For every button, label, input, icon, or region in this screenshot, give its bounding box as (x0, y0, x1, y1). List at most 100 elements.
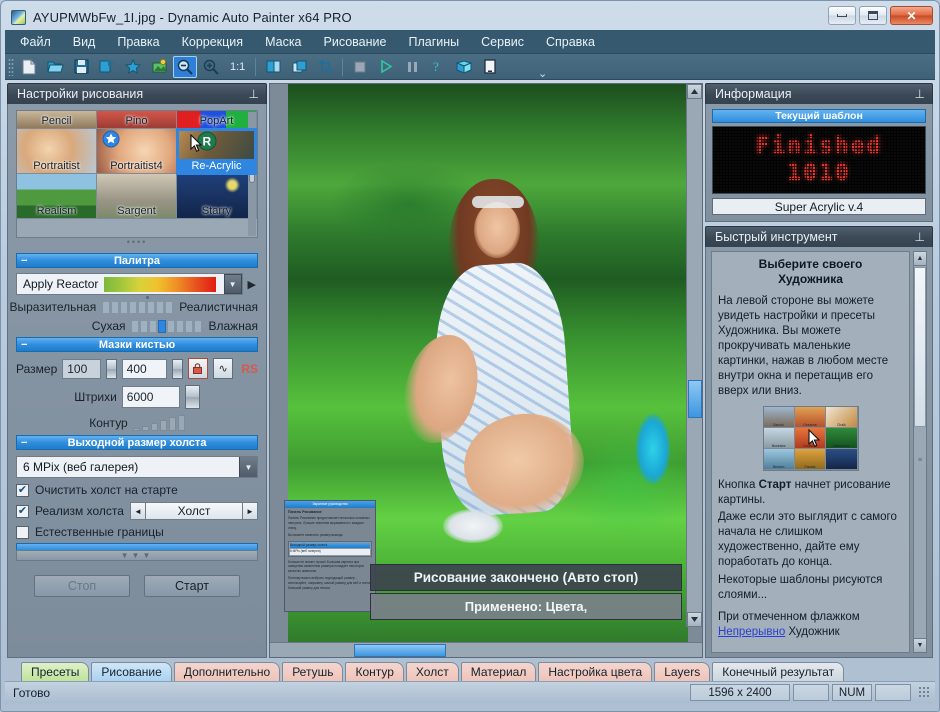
toolbar-overflow-button[interactable]: ⌄ (538, 67, 547, 80)
scroll-down-button[interactable]: ▼ (914, 638, 926, 652)
menu-item-correction[interactable]: Коррекция (171, 32, 254, 52)
brush-size-min-input[interactable]: 100 (62, 358, 101, 379)
stop-button[interactable]: Стоп (34, 575, 130, 597)
maximize-button[interactable] (859, 6, 887, 25)
help-button[interactable]: ? (426, 56, 450, 78)
contour-bar[interactable] (168, 417, 176, 431)
slider-tick[interactable] (167, 319, 176, 333)
curve-button[interactable]: ∿ (213, 358, 234, 379)
quick-tool-thumb[interactable]: Watercolor (826, 427, 858, 449)
fit-window-button[interactable] (261, 56, 285, 78)
tab-material[interactable]: Материал (460, 662, 537, 681)
menu-item-plugins[interactable]: Плагины (397, 32, 470, 52)
play-button[interactable] (374, 56, 398, 78)
quick-tool-thumb[interactable]: Illustrator (763, 427, 795, 449)
minimize-button[interactable] (828, 6, 856, 25)
spinner-next-button[interactable]: ► (242, 502, 258, 520)
section-header-brush-strokes[interactable]: − Мазки кистью (16, 337, 258, 352)
quick-tool-thumb[interactable]: Starry (826, 448, 858, 470)
menu-item-edit[interactable]: Правка (106, 32, 170, 52)
quick-tool-scrollbar-thumb[interactable] (914, 267, 926, 427)
slider-tick[interactable] (149, 319, 158, 333)
contour-bar[interactable] (141, 426, 149, 431)
slider-track[interactable] (102, 295, 174, 314)
pause-button[interactable] (400, 56, 424, 78)
toolbar-drag-handle[interactable] (8, 57, 14, 76)
slider-track[interactable] (131, 319, 203, 333)
slider-tick[interactable] (138, 300, 147, 314)
canvas-horizontal-scrollbar-thumb[interactable] (354, 643, 446, 657)
collapse-icon[interactable]: − (21, 339, 27, 351)
slider-tick-active[interactable] (158, 319, 167, 333)
scroll-up-button[interactable]: ▲ (914, 252, 926, 266)
palette-next-button[interactable]: ▶ (246, 278, 258, 291)
brush-size-max-spinner[interactable] (171, 358, 183, 379)
slider-tick[interactable] (129, 300, 138, 314)
canvas-size-combo[interactable]: 6 MPix (веб галерея) ▼ (16, 456, 258, 478)
checkbox-clear-canvas-row[interactable]: ✔ Очистить холст на старте (16, 483, 258, 497)
favorites-button[interactable] (121, 56, 145, 78)
checkbox-canvas-realism[interactable]: ✔ (16, 504, 29, 518)
quick-tool-thumb[interactable]: Chalk (826, 406, 858, 428)
new-document-button[interactable] (17, 56, 41, 78)
menu-item-painting[interactable]: Рисование (313, 32, 398, 52)
slider-expressive-realistic[interactable]: Выразительная Реалистичная (9, 295, 258, 314)
tablet-button[interactable] (478, 56, 502, 78)
tab-contour[interactable]: Контур (345, 662, 404, 681)
spinner-prev-button[interactable]: ◄ (129, 502, 146, 520)
canvas-vertical-scrollbar-thumb[interactable] (688, 380, 702, 418)
quick-tool-link-continuous[interactable]: Непрерывно (718, 626, 785, 638)
quick-tool-content[interactable]: Выберите своего Художника На левой сторо… (711, 251, 910, 653)
canvas-type-spinner[interactable]: ◄ Холст ► (129, 502, 258, 520)
slider-tick[interactable] (194, 319, 203, 333)
zoom-in-button[interactable] (199, 56, 223, 78)
preset-item-starry[interactable]: Starry (177, 174, 257, 219)
preset-item-pencil[interactable]: Pencil (17, 111, 97, 129)
fit-width-button[interactable] (287, 56, 311, 78)
slider-tick[interactable] (131, 319, 140, 333)
checkbox-clear-canvas[interactable]: ✔ (16, 483, 29, 497)
preset-item-pino[interactable]: Pino (97, 111, 177, 129)
scroll-up-button[interactable] (687, 84, 702, 99)
tab-color-settings[interactable]: Настройка цвета (538, 662, 653, 681)
preset-item-portraitist4[interactable]: Portraitist4 (97, 129, 177, 174)
slider-tick[interactable] (120, 300, 129, 314)
preset-grid-container[interactable]: Pencil Pino PopArt Portraitist Portraiti… (16, 110, 258, 238)
panel-splitter[interactable]: ▼▼▼ (16, 550, 258, 561)
pin-icon[interactable]: ⊥ (915, 87, 925, 101)
chevron-down-icon[interactable]: ▼ (239, 457, 257, 477)
menu-item-help[interactable]: Справка (535, 32, 606, 52)
contour-bar[interactable] (150, 423, 158, 431)
section-header-partial[interactable] (16, 543, 258, 550)
preset-pager-dots[interactable]: •••• (16, 238, 258, 249)
menu-item-file[interactable]: Файл (9, 32, 62, 52)
tab-final-result[interactable]: Конечный результат (712, 662, 845, 681)
contour-bar[interactable] (177, 415, 185, 431)
tab-presets[interactable]: Пресеты (21, 662, 90, 681)
collapse-icon[interactable]: − (21, 437, 27, 449)
section-header-canvas-size[interactable]: − Выходной размер холста (16, 435, 258, 450)
slider-tick[interactable] (102, 300, 111, 314)
preset-item-re-acrylic[interactable]: R Re-Acrylic (176, 128, 257, 175)
preset-item-realism[interactable]: Realism (17, 174, 97, 219)
resize-grip-icon[interactable] (918, 686, 931, 699)
close-button[interactable]: ✕ (890, 6, 933, 25)
image-effects-button[interactable] (147, 56, 171, 78)
checkbox-canvas-realism-row[interactable]: ✔ Реализм холста ◄ Холст ► (16, 502, 258, 520)
tab-canvas[interactable]: Холст (405, 662, 459, 681)
floating-help-window[interactable]: Экранное руководство Панель Рисование Па… (284, 500, 376, 612)
rs-label[interactable]: RS (241, 362, 258, 376)
slider-tick[interactable] (147, 300, 156, 314)
section-header-palette[interactable]: − Палитра (16, 253, 258, 268)
pin-icon[interactable]: ⊥ (915, 230, 925, 244)
slider-tick[interactable] (111, 300, 120, 314)
menu-item-view[interactable]: Вид (62, 32, 107, 52)
preset-item-portraitist[interactable]: Portraitist (17, 129, 97, 174)
contour-bar[interactable] (132, 428, 140, 431)
manual-button[interactable] (452, 56, 476, 78)
pin-icon[interactable]: ⊥ (249, 87, 259, 101)
slider-tick[interactable] (185, 319, 194, 333)
scroll-down-button[interactable] (687, 612, 702, 627)
preset-item-sargent[interactable]: Sargent (97, 174, 177, 219)
menu-item-mask[interactable]: Маска (254, 32, 312, 52)
